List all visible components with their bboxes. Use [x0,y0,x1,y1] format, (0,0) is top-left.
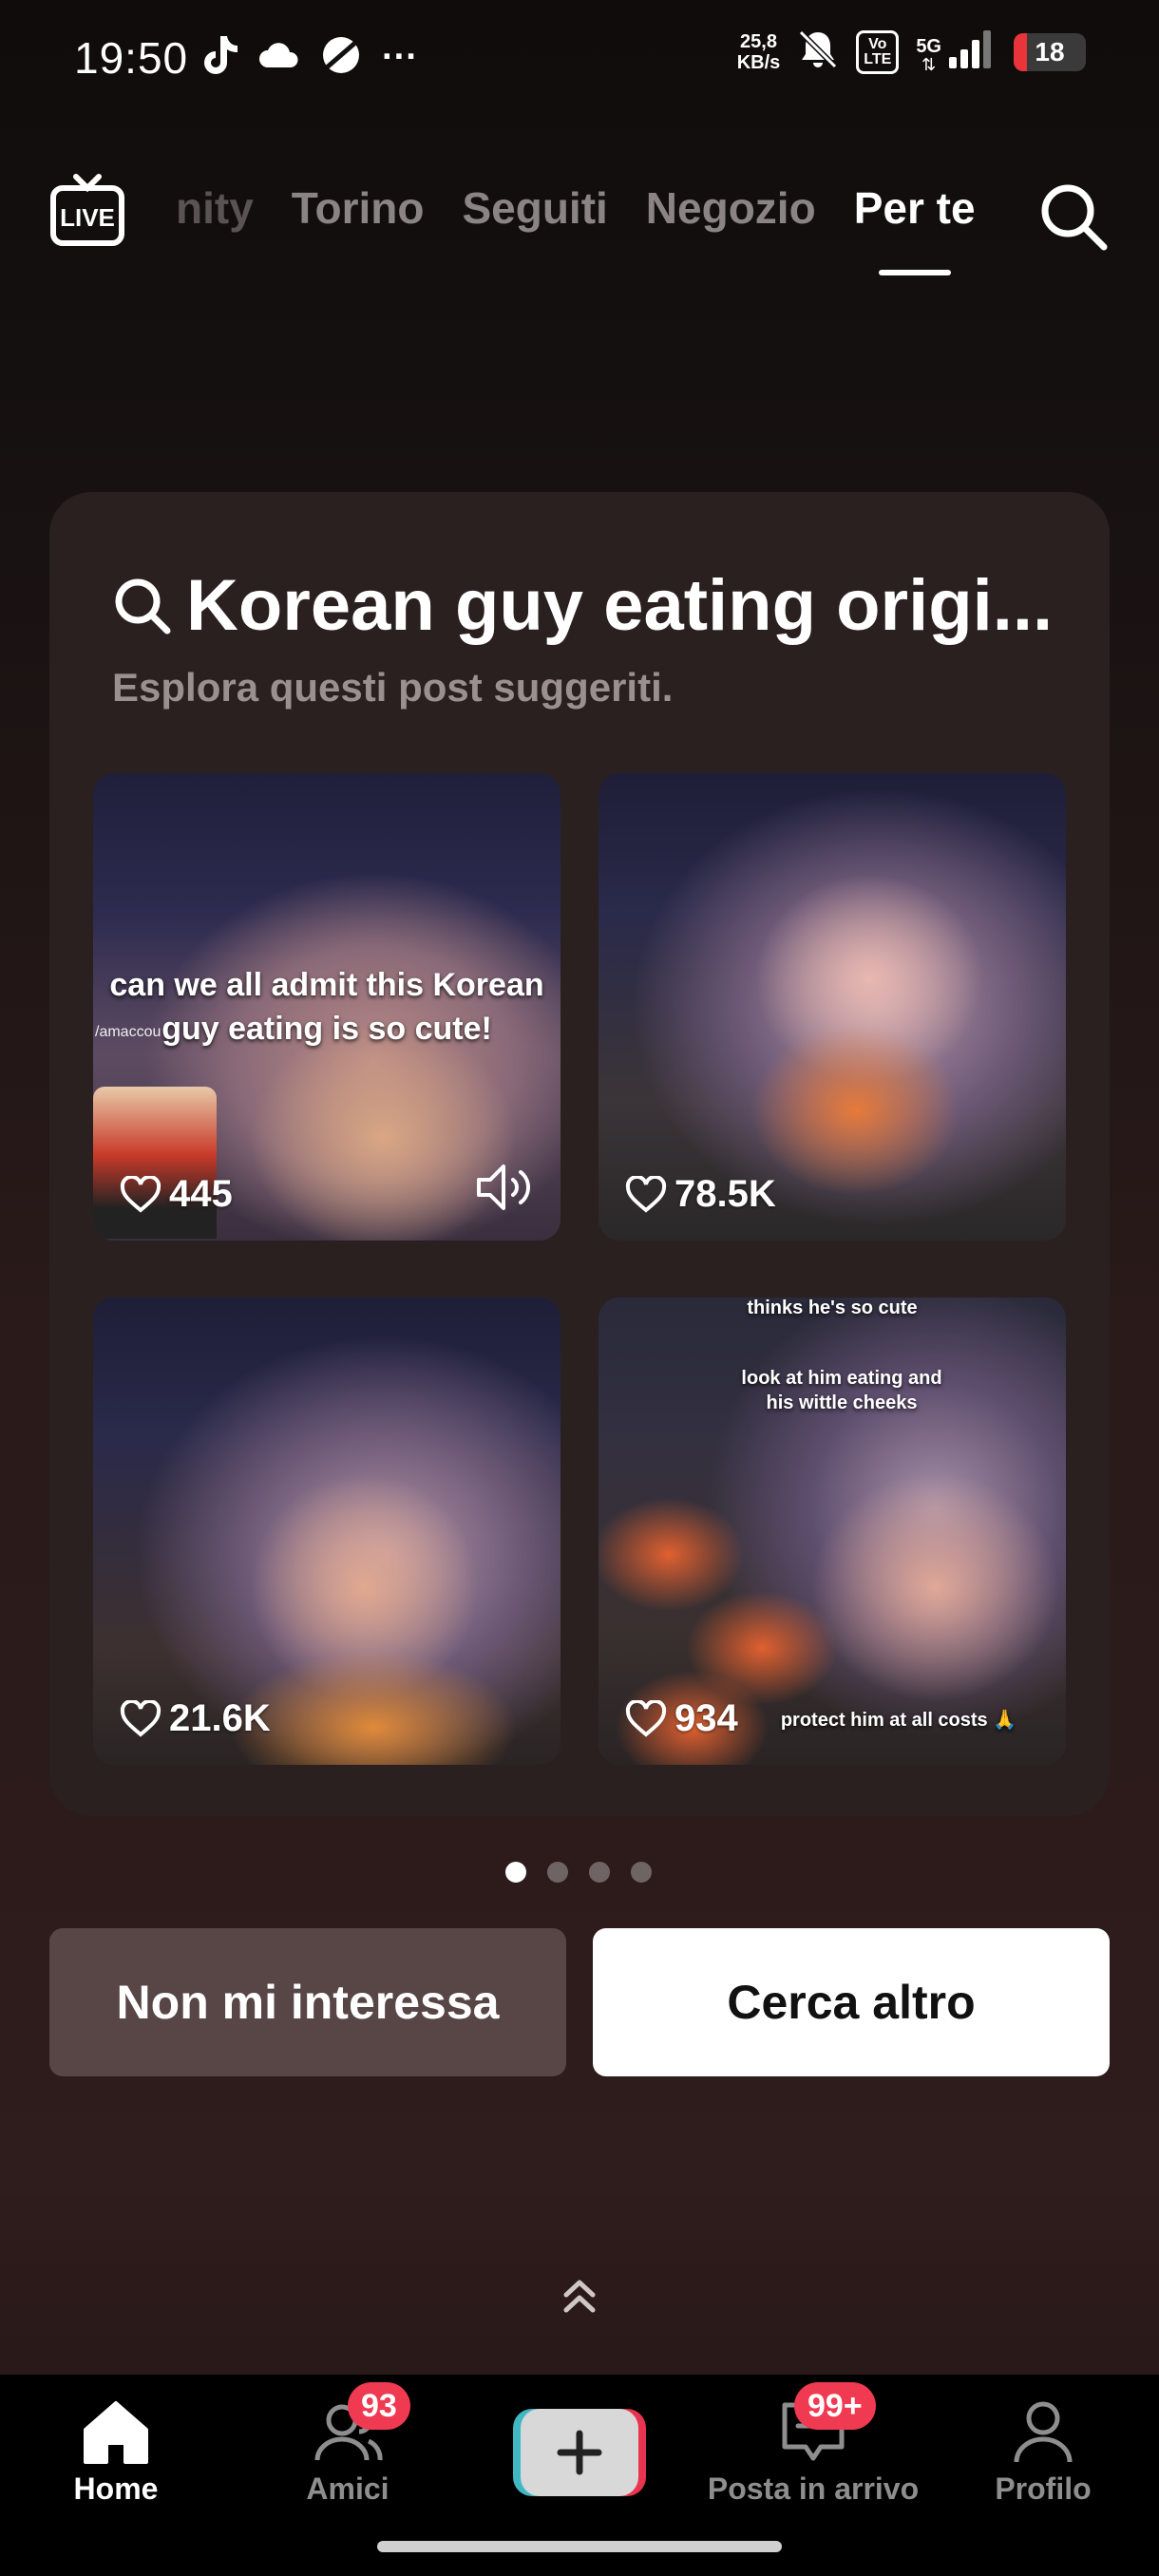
friends-badge: 93 [348,2382,410,2430]
notification-icons: ··· [200,34,418,81]
carousel-pager [505,1862,652,1883]
system-icons: 25,8 KB/s Vo LTE 5G ⇅ 18 [736,28,1086,75]
nav-inbox[interactable]: Posta in arrivo 99+ [699,2382,927,2507]
more-icon: ··· [382,37,418,77]
post-caption-middle: look at him eating and his wittle cheeks [741,1368,942,1413]
tab-community[interactable]: nity [176,182,254,234]
clock: 19:50 [74,33,189,83]
home-indicator[interactable] [377,2541,782,2552]
heart-outline-icon [625,1699,667,1737]
card-header[interactable]: Korean guy eating origi... [112,564,1053,647]
post-thumbnail[interactable]: thinks he's so cute look at him eating a… [598,1297,1066,1765]
chevron-double-up-icon[interactable] [557,2274,602,2320]
nav-friends[interactable]: Amici 93 [234,2382,462,2507]
svg-text:LIVE: LIVE [60,203,115,232]
tiktok-icon [200,34,238,81]
live-tv-icon: LIVE [50,174,124,246]
heart-outline-icon [120,1175,162,1213]
pager-dot[interactable] [547,1862,568,1883]
nav-home[interactable]: Home [2,2394,230,2507]
post-caption-top: thinks he's so cute [747,1297,918,1318]
battery-icon: 18 [1014,32,1086,71]
search-button[interactable] [1037,180,1110,253]
like-count: 445 [120,1173,233,1216]
post-thumbnail[interactable]: 21.6K [93,1297,560,1765]
planet-icon [321,35,361,80]
noodle-cup-image [93,1087,217,1239]
volte-indicator: Vo LTE [856,29,900,74]
sound-icon[interactable] [475,1161,536,1214]
search-icon [1041,184,1108,251]
search-icon [115,578,171,634]
bell-muted-icon [797,28,839,75]
not-interested-button[interactable]: Non mi interessa [49,1928,566,2076]
post-thumbnail[interactable]: 78.5K [598,773,1066,1241]
pager-dot[interactable] [505,1862,526,1883]
tab-for-you[interactable]: Per te [854,182,976,275]
tab-torino[interactable]: Torino [292,182,425,234]
tab-following[interactable]: Seguiti [462,182,607,234]
suggested-search-title: Korean guy eating origi... [186,565,1054,646]
card-subtitle: Esplora questi post suggeriti. [112,665,674,710]
top-nav: LIVE nity Torino Seguiti Negozio Per te [0,161,1159,285]
cloud-icon [258,41,300,74]
plus-icon [513,2409,646,2496]
pager-dot[interactable] [589,1862,610,1883]
like-count: 78.5K [625,1173,776,1216]
cellular-signal: 5G ⇅ [916,30,997,73]
home-icon [84,2401,148,2464]
post-thumbnail[interactable]: can we all admit this Korean guy eating … [93,773,560,1241]
search-more-button[interactable]: Cerca altro [593,1928,1110,2076]
signal-icon [947,30,997,73]
suggested-search-card: Korean guy eating origi... Esplora quest… [49,492,1110,1816]
live-button[interactable]: LIVE [49,173,125,249]
active-tab-indicator [878,270,951,275]
heart-outline-icon [120,1699,162,1737]
network-speed: 25,8 KB/s [736,30,781,73]
tab-shop[interactable]: Negozio [646,182,816,234]
feed-tabs: nity Torino Seguiti Negozio Per te [176,182,976,275]
profile-icon [1014,2401,1073,2463]
post-caption: can we all admit this Korean guy eating … [109,967,544,1047]
create-post-button[interactable] [513,2409,646,2496]
nav-profile[interactable]: Profilo [929,2394,1157,2507]
like-count: 21.6K [120,1697,271,1740]
watermark-text: /amaccou [95,1024,162,1040]
inbox-badge: 99+ [794,2382,876,2430]
like-count: 934 [625,1697,738,1740]
status-bar: 19:50 ··· 25,8 KB/s Vo LTE 5G ⇅ 18 [0,0,1159,119]
heart-outline-icon [625,1175,667,1213]
pager-dot[interactable] [631,1862,652,1883]
